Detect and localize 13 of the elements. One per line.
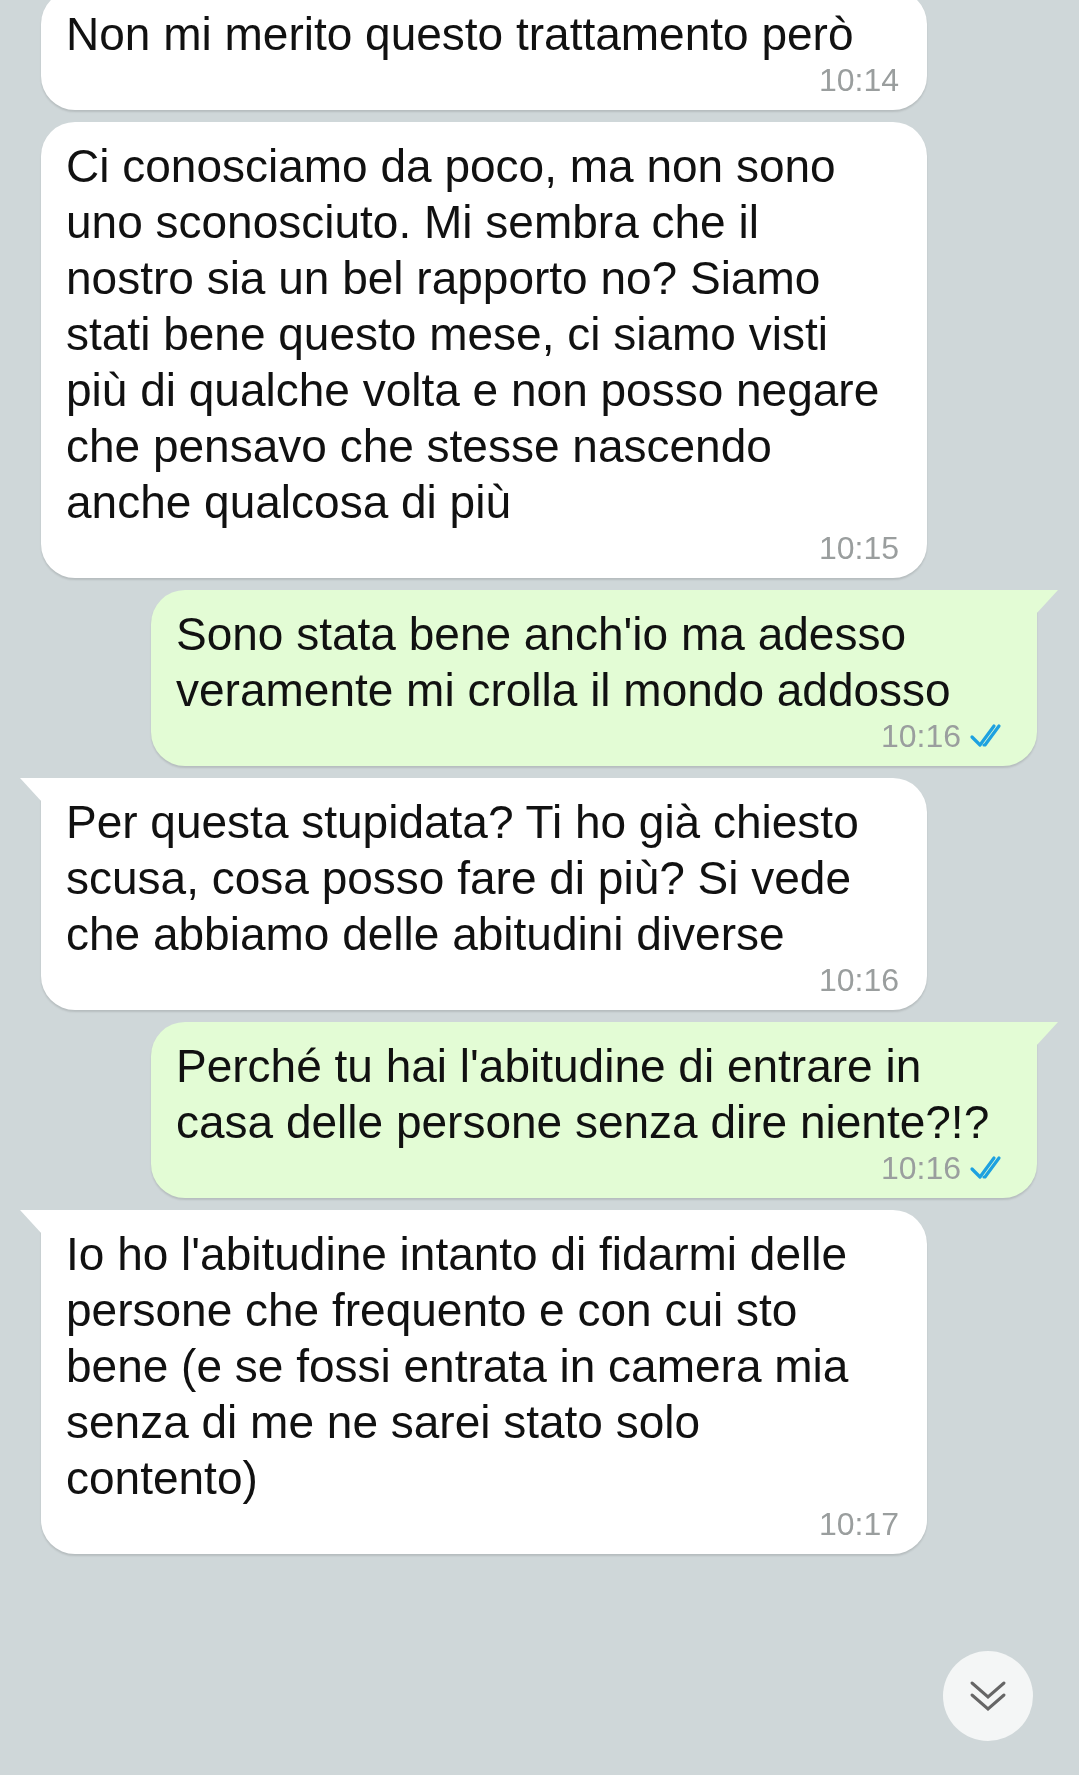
- message-text: Non mi merito questo trattamento però: [66, 7, 855, 62]
- message-time: 10:16: [818, 962, 899, 998]
- message-text: Io ho l'abitudine intanto di fidarmi delle persone che frequento e con cui sto bene (e se fossi entrata in camera mia senza di me ne sarei stato solo contento): [66, 1227, 850, 1506]
- message-text: Ci conosciamo da poco, ma non sono uno sconosciuto. Mi sembra che il nostro sia un bel rapporto no? Siamo stati bene questo mese, ci siamo visti più di qualche volta e non posso negare che pensavo che stesse nascendo anche qualcosa di più: [66, 139, 881, 530]
- message-time: 10:16: [880, 1150, 961, 1186]
- message-text: Sono stata bene anch'io ma adesso veramente mi crolla il mondo addosso: [176, 607, 952, 718]
- message-time: 10:16: [880, 718, 961, 754]
- message-text: Per questa stupidata? Ti ho già chiesto scusa, cosa posso fare di più? Si vede che abbiamo delle abitudini diverse: [66, 795, 860, 962]
- message-time: 10:14: [818, 62, 899, 98]
- message-time: 10:15: [818, 530, 899, 566]
- message-time: 10:17: [818, 1506, 899, 1542]
- double-chevron-down-icon: [969, 1679, 1007, 1713]
- message-text: Perché tu hai l'abitudine di entrare in casa delle persone senza dire niente?!?: [176, 1039, 991, 1150]
